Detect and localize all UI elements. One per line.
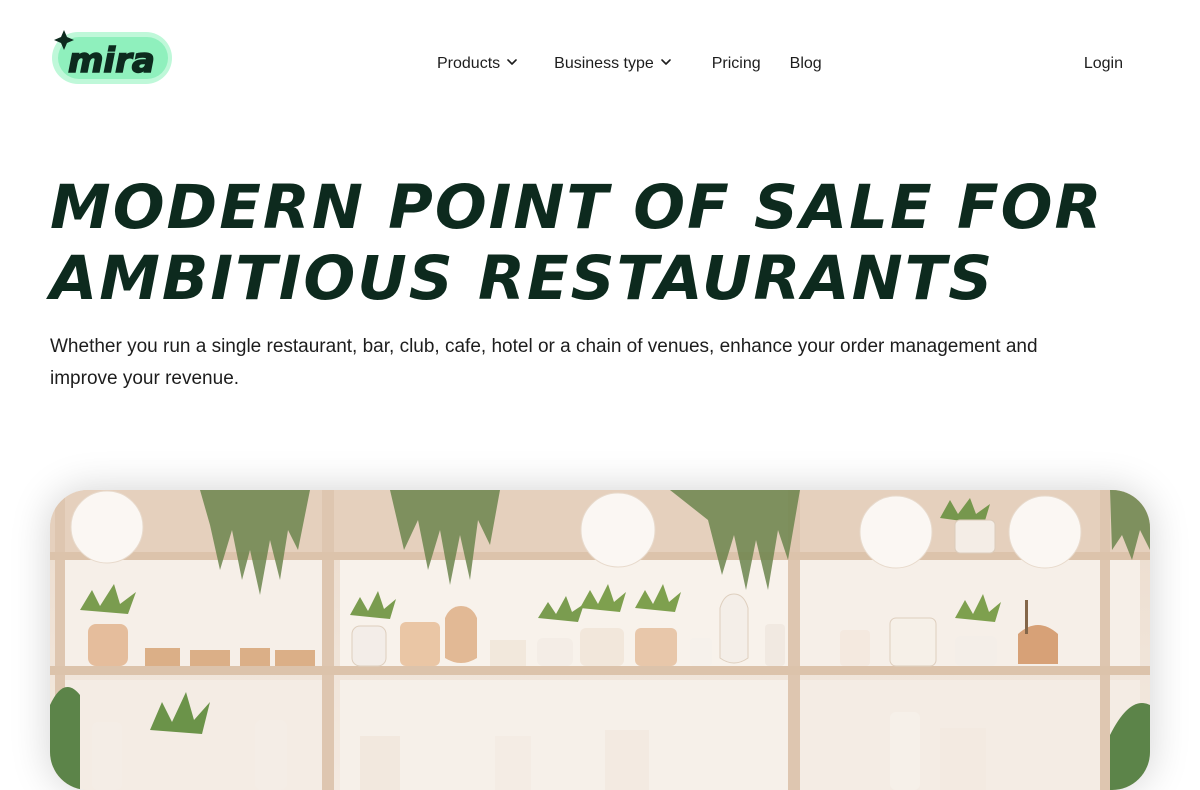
logo-text: mira [68,41,155,81]
nav-pricing-label: Pricing [711,55,761,72]
nav-pricing[interactable]: Pricing [712,55,761,73]
nav-blog-label: Blog [789,55,822,72]
nav-products[interactable]: Products [437,55,518,73]
site-header: mira Products Business type Pricing Blog… [0,0,1200,125]
chevron-down-icon [660,55,672,73]
mira-logo-icon: mira [52,30,172,84]
nav-business-type-label: Business type [554,55,654,72]
mira-logo[interactable]: mira [50,24,176,90]
hero-image [50,490,1150,790]
main-nav: Products Business type Pricing Blog [437,52,822,76]
restaurant-illustration [50,490,1150,790]
hero-subtitle: Whether you run a single restaurant, bar… [50,336,1038,389]
login-link[interactable]: Login [1084,52,1123,76]
chevron-down-icon [506,55,518,73]
hero-title: MODERN POINT OF SALE FOR AMBITIOUS RESTA… [50,172,1150,314]
nav-blog[interactable]: Blog [790,55,822,73]
nav-products-label: Products [437,55,501,72]
hero-title-line-1: MODERN POINT OF SALE FOR [50,172,1104,243]
nav-business-type[interactable]: Business type [554,55,672,73]
hero-title-line-2: AMBITIOUS RESTAURANTS [50,243,995,314]
